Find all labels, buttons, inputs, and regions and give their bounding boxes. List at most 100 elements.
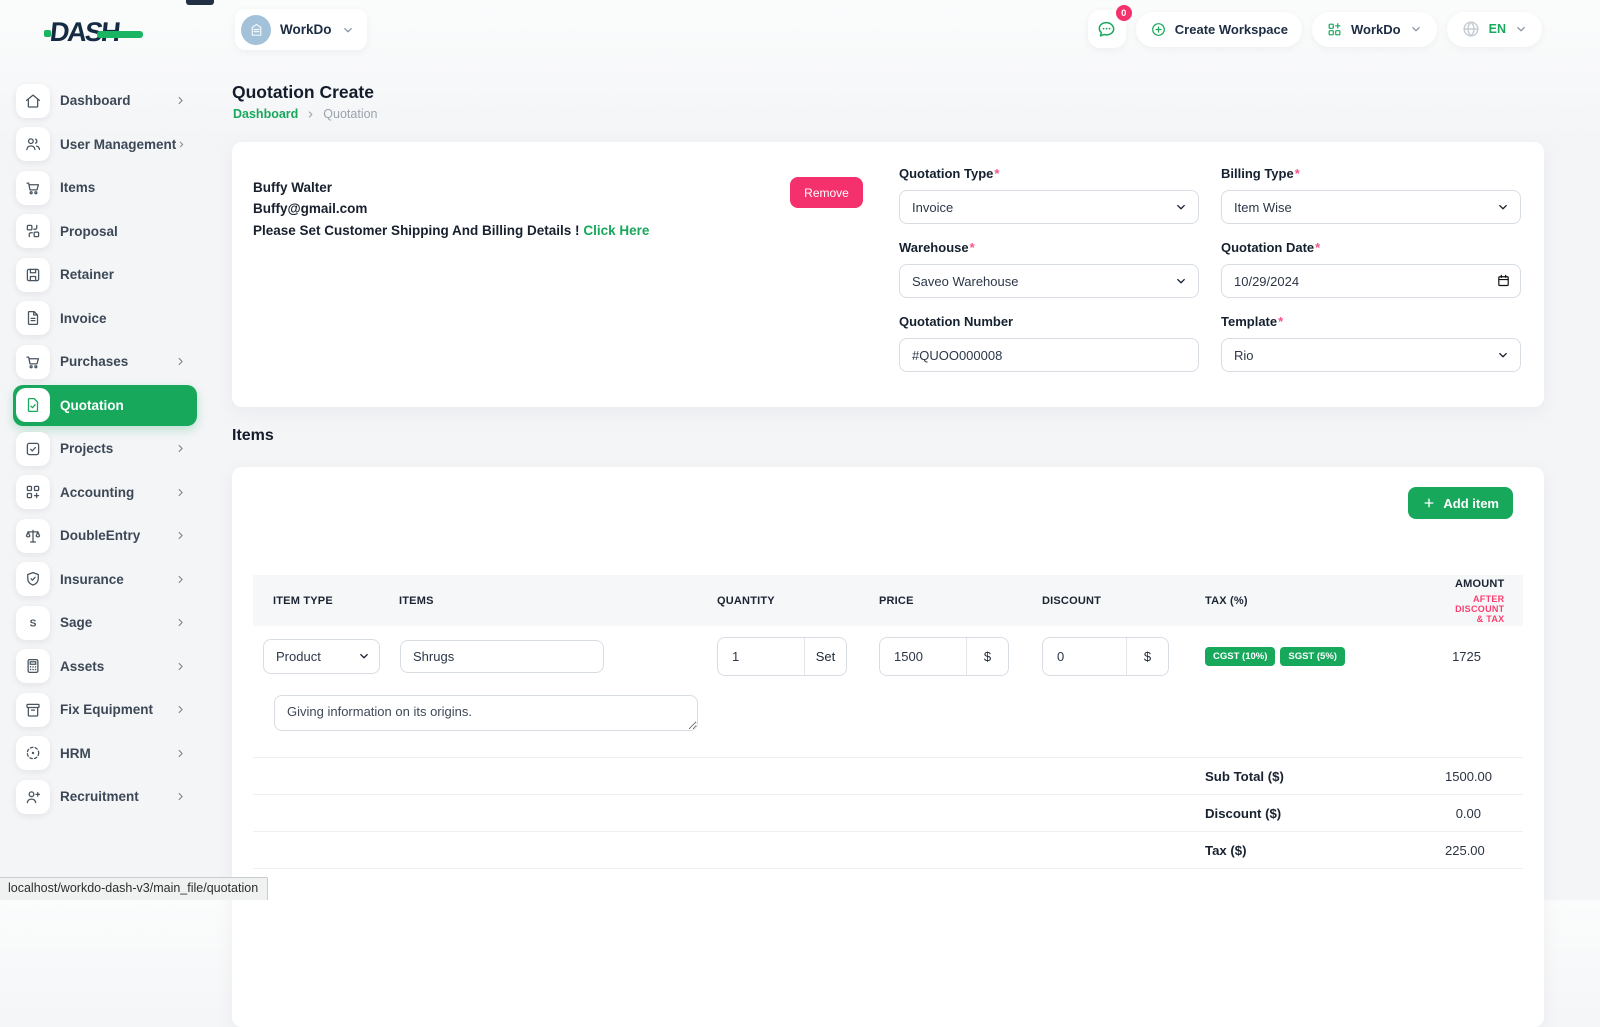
quotation-number-label: Quotation Number <box>899 314 1014 329</box>
price-input[interactable] <box>880 649 966 664</box>
user-plus-icon <box>24 788 42 806</box>
sidebar-item-label: Recruitment <box>60 789 139 805</box>
chevron-right-icon <box>174 573 187 586</box>
create-workspace-button[interactable]: Create Workspace <box>1135 11 1303 47</box>
quotation-date-label: Quotation Date <box>1221 240 1315 255</box>
workspace-menu-label: WorkDo <box>1351 21 1401 37</box>
sidebar-item-recruitment[interactable]: Recruitment <box>13 776 197 818</box>
discount-currency: $ <box>1126 638 1168 675</box>
language-button[interactable]: EN <box>1446 11 1542 47</box>
sidebar-item-proposal[interactable]: Proposal <box>13 211 197 253</box>
template-select[interactable]: Rio <box>1221 338 1521 372</box>
discount-input[interactable] <box>1043 649 1126 664</box>
svg-text:S: S <box>30 618 37 629</box>
target-icon <box>24 744 42 762</box>
chevron-right-icon <box>174 660 187 673</box>
add-item-button[interactable]: Add item <box>1408 487 1513 519</box>
chevron-right-icon <box>174 355 187 368</box>
workspace-menu-button[interactable]: WorkDo <box>1312 11 1437 47</box>
app-logo: DASH <box>44 17 143 48</box>
field-quotation-number: Quotation Number <box>899 314 1199 372</box>
home-icon <box>24 92 42 110</box>
sidebar-item-label: Accounting <box>60 484 135 500</box>
sidebar-item-invoice[interactable]: Invoice <box>13 298 197 340</box>
billing-type-select[interactable]: Item Wise <box>1221 190 1521 224</box>
sidebar-item-label: Purchases <box>60 354 129 370</box>
breadcrumb-current: Quotation <box>323 107 378 121</box>
items-table: ITEM TYPE ITEMS QUANTITY PRICE DISCOUNT … <box>253 575 1523 869</box>
sidebar-item-retainer[interactable]: Retainer <box>13 254 197 296</box>
language-label: EN <box>1488 22 1506 36</box>
chevron-right-icon <box>176 138 187 151</box>
item-row: Product Set $ $ <box>253 637 1523 676</box>
scales-icon <box>24 527 42 545</box>
header-actions: 0 Create Workspace WorkDo EN <box>1087 5 1542 48</box>
quotation-icon <box>24 396 42 414</box>
projects-icon <box>24 440 42 458</box>
sidebar-item-label: Quotation <box>60 397 124 413</box>
warehouse-select[interactable]: Saveo Warehouse <box>899 264 1199 298</box>
item-name-input[interactable] <box>400 640 604 673</box>
items-heading: Items <box>232 427 274 444</box>
workspace-switcher[interactable]: WorkDo <box>235 9 367 50</box>
workspace-switcher-label: WorkDo <box>280 22 332 37</box>
sidebar-item-user-management[interactable]: User Management <box>13 124 197 166</box>
sidebar-item-label: Fix Equipment <box>60 702 154 718</box>
total-label: Discount ($) <box>1205 805 1282 821</box>
required-marker: * <box>1294 166 1300 181</box>
globe-icon <box>1461 19 1481 39</box>
sidebar-item-items[interactable]: Items <box>13 167 197 209</box>
quotation-type-select[interactable]: Invoice <box>899 190 1199 224</box>
col-item-type: ITEM TYPE <box>273 594 333 607</box>
sidebar-item-doubleentry[interactable]: DoubleEntry <box>13 515 197 557</box>
cart-icon <box>24 179 42 197</box>
sidebar-item-dashboard[interactable]: Dashboard <box>13 80 197 122</box>
sidebar-item-accounting[interactable]: Accounting <box>13 472 197 514</box>
sidebar-item-label: Proposal <box>60 223 118 239</box>
sidebar-item-fix-equipment[interactable]: Fix Equipment <box>13 689 197 731</box>
sidebar-item-sage[interactable]: S Sage <box>13 602 197 644</box>
chat-icon <box>1096 19 1117 40</box>
field-billing-type: Billing Type* Item Wise <box>1221 166 1521 224</box>
sidebar-item-label: Retainer <box>60 267 115 283</box>
grid-icon <box>1326 21 1343 38</box>
sidebar-item-assets[interactable]: Assets <box>13 646 197 688</box>
total-value: 225.00 <box>1445 842 1485 858</box>
quotation-number-input[interactable] <box>899 338 1199 372</box>
quantity-input[interactable] <box>718 649 804 664</box>
quotation-date-input[interactable] <box>1221 264 1521 298</box>
retainer-icon <box>24 266 42 284</box>
remove-customer-button[interactable]: Remove <box>790 177 863 208</box>
messages-badge: 0 <box>1115 5 1132 21</box>
total-label: Sub Total ($) <box>1205 768 1284 784</box>
sidebar-item-label: DoubleEntry <box>60 528 141 544</box>
add-item-label: Add item <box>1443 495 1499 511</box>
discount-group: $ <box>1042 637 1169 676</box>
invoice-icon <box>24 309 42 327</box>
messages-button[interactable]: 0 <box>1087 5 1132 48</box>
page-title: Quotation Create <box>232 82 374 102</box>
price-currency: $ <box>966 638 1008 675</box>
quantity-group: Set <box>717 637 847 676</box>
cart-icon <box>24 353 42 371</box>
item-description-input[interactable]: Giving information on its origins. <box>274 695 698 731</box>
chevron-right-icon <box>174 790 187 803</box>
total-label: Tax ($) <box>1205 842 1247 858</box>
total-row-tax: Tax ($) 225.00 <box>253 832 1523 869</box>
workspace-avatar <box>241 14 271 45</box>
breadcrumb-link-dashboard[interactable]: Dashboard <box>233 107 298 121</box>
col-discount: DISCOUNT <box>1042 594 1102 607</box>
sidebar-item-quotation[interactable]: Quotation <box>13 384 197 426</box>
total-row-discount: Discount ($) 0.00 <box>253 795 1523 832</box>
chevron-down-icon <box>1409 22 1423 36</box>
sidebar-item-insurance[interactable]: Insurance <box>13 559 197 601</box>
warehouse-label: Warehouse <box>899 240 969 255</box>
chevron-right-icon <box>174 486 187 499</box>
tax-badges: CGST (10%) SGST (5%) <box>1195 647 1445 666</box>
item-type-select[interactable]: Product <box>263 639 380 674</box>
sidebar-item-hrm[interactable]: HRM <box>13 733 197 775</box>
sidebar-item-purchases[interactable]: Purchases <box>13 341 197 383</box>
logo-dash-bar <box>96 31 143 38</box>
shipping-details-link[interactable]: Click Here <box>583 223 649 238</box>
sidebar-item-projects[interactable]: Projects <box>13 428 197 470</box>
